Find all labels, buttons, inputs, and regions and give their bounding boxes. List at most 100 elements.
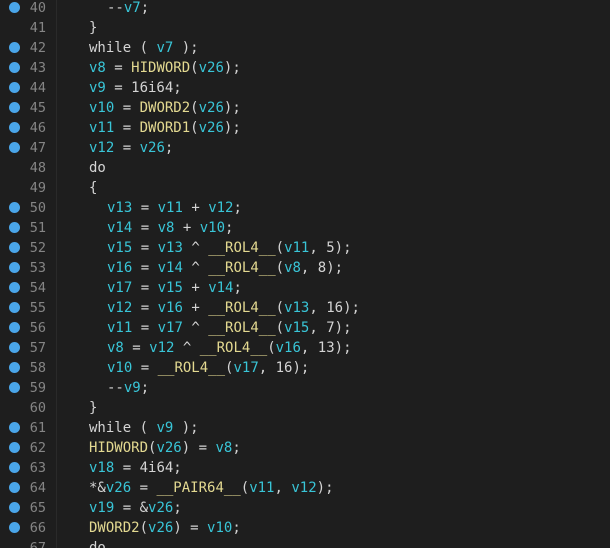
identifier-token: v13: [157, 240, 183, 256]
code-line[interactable]: 63 v18 = 4i64;: [0, 458, 610, 478]
code-token: ;: [225, 220, 234, 236]
code-token: , 16);: [309, 300, 360, 316]
identifier-token: v16: [275, 340, 301, 356]
code-line[interactable]: 45 v10 = DWORD2(v26);: [0, 98, 610, 118]
code-line[interactable]: 59 --v9;: [0, 378, 610, 398]
code-line[interactable]: 66 DWORD2(v26) = v10;: [0, 518, 610, 538]
code-token: --: [107, 0, 124, 16]
line-number: 57: [29, 340, 46, 356]
code-line[interactable]: 58 v10 = __ROL4__(v17, 16);: [0, 358, 610, 378]
code-line[interactable]: 64 *&v26 = __PAIR64__(v11, v12);: [0, 478, 610, 498]
identifier-token: v8: [284, 260, 301, 276]
code-token: =: [132, 300, 158, 316]
identifier-token: v8: [157, 220, 175, 236]
code-token: ) =: [181, 440, 216, 456]
code-token: do: [89, 160, 106, 176]
code-token: ^: [182, 260, 209, 276]
code-line[interactable]: 53 v16 = v14 ^ __ROL4__(v8, 8);: [0, 258, 610, 278]
code-token: );: [173, 420, 199, 436]
identifier-token: v26: [105, 480, 132, 496]
function-token: DWORD1: [139, 120, 191, 136]
code-line[interactable]: 52 v15 = v13 ^ __ROL4__(v11, 5);: [0, 238, 610, 258]
identifier-token: v10: [199, 220, 226, 236]
line-number: 51: [29, 220, 46, 236]
line-number: 41: [29, 20, 46, 36]
code-token: ;: [164, 140, 174, 156]
code-line[interactable]: 44 v9 = 16i64;: [0, 78, 610, 98]
code-token: = 16i64;: [105, 80, 182, 96]
identifier-token: v12: [89, 140, 115, 156]
code-token: (: [275, 320, 285, 336]
identifier-token: v13: [284, 300, 310, 316]
code-editor[interactable]: 40 --v7; 41} 42 while ( v7 ); 43 v8 = HIDWORD(…: [0, 0, 610, 548]
line-number: 45: [29, 100, 46, 116]
code-text: v11 = v17 ^ __ROL4__(v15, 7);: [107, 318, 352, 338]
identifier-token: v17: [107, 280, 133, 296]
code-token: (: [139, 520, 149, 536]
line-number: 64: [29, 480, 46, 496]
code-line[interactable]: 48 do: [0, 158, 610, 178]
code-token: );: [223, 120, 241, 136]
function-token: __ROL4__: [208, 300, 276, 316]
code-line[interactable]: 65 v19 = &v26;: [0, 498, 610, 518]
code-token: = &: [114, 500, 149, 516]
code-line[interactable]: 40 --v7;: [0, 0, 610, 18]
function-token: DWORD2: [139, 100, 191, 116]
code-line[interactable]: 46 v11 = DWORD1(v26);: [0, 118, 610, 138]
line-number: 43: [29, 60, 46, 76]
code-token: }: [89, 20, 98, 36]
function-token: __ROL4__: [208, 240, 276, 256]
code-line[interactable]: 61 while ( v9 );: [0, 418, 610, 438]
code-line[interactable]: 51 v14 = v8 + v10;: [0, 218, 610, 238]
code-line[interactable]: 41}: [0, 18, 610, 38]
code-line[interactable]: 67 do: [0, 538, 610, 548]
code-token: =: [132, 260, 158, 276]
code-text: }: [89, 18, 97, 38]
code-token: );: [223, 60, 241, 76]
code-token: --: [107, 380, 124, 396]
line-number: 58: [29, 360, 46, 376]
code-line[interactable]: 55 v12 = v16 + __ROL4__(v13, 16);: [0, 298, 610, 318]
line-number: 49: [29, 180, 46, 196]
code-token: =: [132, 280, 158, 296]
code-line[interactable]: 50 v13 = v11 + v12;: [0, 198, 610, 218]
code-line[interactable]: 62 HIDWORD(v26) = v8;: [0, 438, 610, 458]
code-text: v13 = v11 + v12;: [107, 198, 242, 218]
code-line[interactable]: 54 v17 = v15 + v14;: [0, 278, 610, 298]
code-token: {: [89, 180, 98, 196]
identifier-token: v10: [89, 100, 115, 116]
code-token: (: [240, 480, 250, 496]
code-token: ^: [182, 320, 209, 336]
code-token: );: [316, 480, 334, 496]
code-line[interactable]: 42 while ( v7 );: [0, 38, 610, 58]
code-token: , 13);: [300, 340, 352, 356]
line-number: 60: [29, 400, 46, 416]
code-line[interactable]: 43 v8 = HIDWORD(v26);: [0, 58, 610, 78]
line-number: 63: [29, 460, 46, 476]
identifier-token: v15: [107, 240, 133, 256]
identifier-token: v12: [208, 200, 234, 216]
code-token: ;: [140, 0, 150, 16]
code-text: v15 = v13 ^ __ROL4__(v11, 5);: [107, 238, 352, 258]
identifier-token: v16: [157, 300, 183, 316]
code-token: =: [132, 220, 158, 236]
code-text: v11 = DWORD1(v26);: [89, 118, 241, 138]
code-token: +: [182, 280, 209, 296]
code-token: +: [182, 200, 209, 216]
code-text: v19 = &v26;: [89, 498, 182, 518]
code-line[interactable]: 57 v8 = v12 ^ __ROL4__(v16, 13);: [0, 338, 610, 358]
identifier-token: v14: [208, 280, 234, 296]
code-text: while ( v7 );: [89, 38, 199, 58]
code-line[interactable]: 49 {: [0, 178, 610, 198]
code-line[interactable]: 47 v12 = v26;: [0, 138, 610, 158]
code-line[interactable]: 60}: [0, 398, 610, 418]
code-token: (: [275, 260, 285, 276]
identifier-token: v9: [156, 420, 174, 436]
code-token: while (: [89, 40, 157, 56]
line-number: 61: [29, 420, 46, 436]
code-line[interactable]: 56 v11 = v17 ^ __ROL4__(v15, 7);: [0, 318, 610, 338]
identifier-token: v9: [89, 80, 106, 96]
identifier-token: v26: [139, 140, 165, 156]
line-number: 47: [29, 140, 46, 156]
function-token: HIDWORD: [89, 440, 149, 456]
